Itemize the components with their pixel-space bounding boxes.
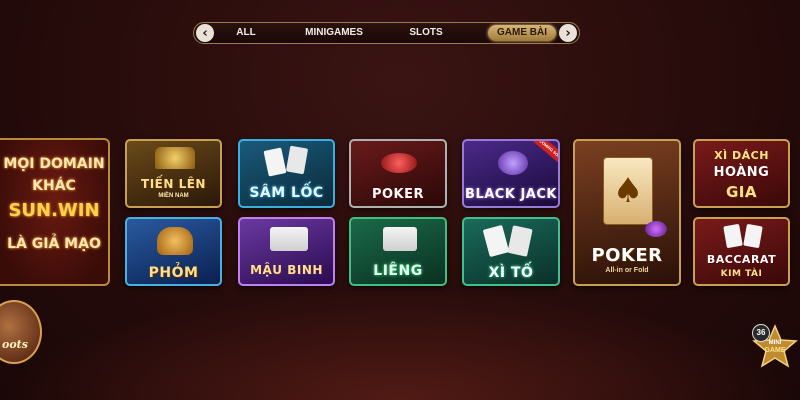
playing-cards-icon — [270, 227, 308, 251]
tab-all[interactable]: ALL — [232, 25, 260, 41]
game-tile-phom[interactable]: PHỎM — [125, 217, 222, 286]
shoots-label: oots — [2, 338, 28, 351]
game-tile-black-jack[interactable]: COMING SOON BLACK JACK — [462, 139, 560, 208]
poker-chips-icon — [645, 221, 667, 237]
game-title-line-3: GIA — [725, 183, 757, 201]
burger-icon — [157, 227, 193, 255]
playing-cards-icon — [482, 224, 510, 258]
background-glow — [0, 290, 800, 400]
promo-line-3: SUN.WIN — [8, 200, 100, 221]
chevron-left-icon[interactable]: ‹ — [196, 24, 214, 42]
poker-chips-icon — [498, 151, 528, 175]
game-title-line-1: XÌ DÁCH — [714, 149, 769, 162]
chevron-right-icon[interactable]: › — [559, 24, 577, 42]
promo-line-2: KHÁC — [32, 178, 76, 194]
minigame-label-1: MINI — [768, 340, 782, 346]
game-title-line-2: HOÀNG — [713, 165, 770, 180]
game-title: XÌ TỐ — [488, 265, 534, 281]
playing-cards-icon — [285, 145, 309, 175]
game-title: BLACK JACK — [465, 187, 557, 202]
game-title: TIẾN LÊN — [141, 177, 206, 191]
crown-icon — [155, 147, 195, 169]
playing-cards-icon — [383, 227, 417, 251]
playing-cards-icon — [507, 225, 533, 257]
game-title: POKER — [371, 187, 425, 202]
playing-cards-icon — [723, 223, 743, 249]
game-title: PHỎM — [148, 265, 199, 281]
coming-soon-ribbon: COMING SOON — [528, 141, 558, 170]
game-title: SÂM LỐC — [249, 185, 324, 201]
game-subtitle: All-in or Fold — [605, 267, 649, 274]
game-tile-baccarat[interactable]: BACCARAT KIM TÀI — [693, 217, 790, 286]
game-title: BACCARAT — [706, 253, 777, 266]
game-tile-sam-loc[interactable]: SÂM LỐC — [238, 139, 335, 208]
category-nav: ‹ ALL MINIGAMES SLOTS GAME BÀI › — [193, 22, 580, 44]
game-title: LIÊNG — [373, 263, 423, 279]
playing-cards-icon — [743, 223, 763, 249]
poker-chips-icon — [381, 153, 417, 173]
game-tile-lieng[interactable]: LIÊNG — [349, 217, 447, 286]
tab-game-bai[interactable]: GAME BÀI — [488, 25, 556, 41]
minigame-button[interactable]: 36 MINI GAME — [752, 324, 798, 370]
game-tile-poker[interactable]: POKER — [349, 139, 447, 208]
game-subtitle: MIỀN NAM — [158, 193, 189, 199]
playing-cards-icon — [263, 147, 287, 177]
game-title: POKER — [591, 245, 663, 266]
tab-slots[interactable]: SLOTS — [402, 25, 450, 41]
game-tile-xi-to[interactable]: XÌ TỐ — [462, 217, 560, 286]
game-title: MẬU BINH — [250, 263, 323, 277]
game-tile-tien-len[interactable]: TIẾN LÊN MIỀN NAM — [125, 139, 222, 208]
fake-domain-warning-banner: MỌI DOMAIN KHÁC SUN.WIN LÀ GIẢ MẠO — [0, 138, 110, 286]
game-tile-poker-all-in[interactable]: ♠ POKER All-in or Fold — [573, 139, 681, 286]
game-tile-mau-binh[interactable]: MẬU BINH — [238, 217, 335, 286]
game-subtitle: KIM TÀI — [720, 269, 763, 279]
spade-card-icon: ♠ — [603, 157, 653, 225]
promo-line-1: MỌI DOMAIN — [3, 156, 105, 172]
minigame-label-2: GAME — [764, 347, 786, 354]
game-tile-xi-dach-hoang-gia[interactable]: XÌ DÁCH HOÀNG GIA — [693, 139, 790, 208]
promo-line-4: LÀ GIẢ MẠO — [7, 236, 101, 252]
tab-minigames[interactable]: MINIGAMES — [294, 25, 374, 41]
